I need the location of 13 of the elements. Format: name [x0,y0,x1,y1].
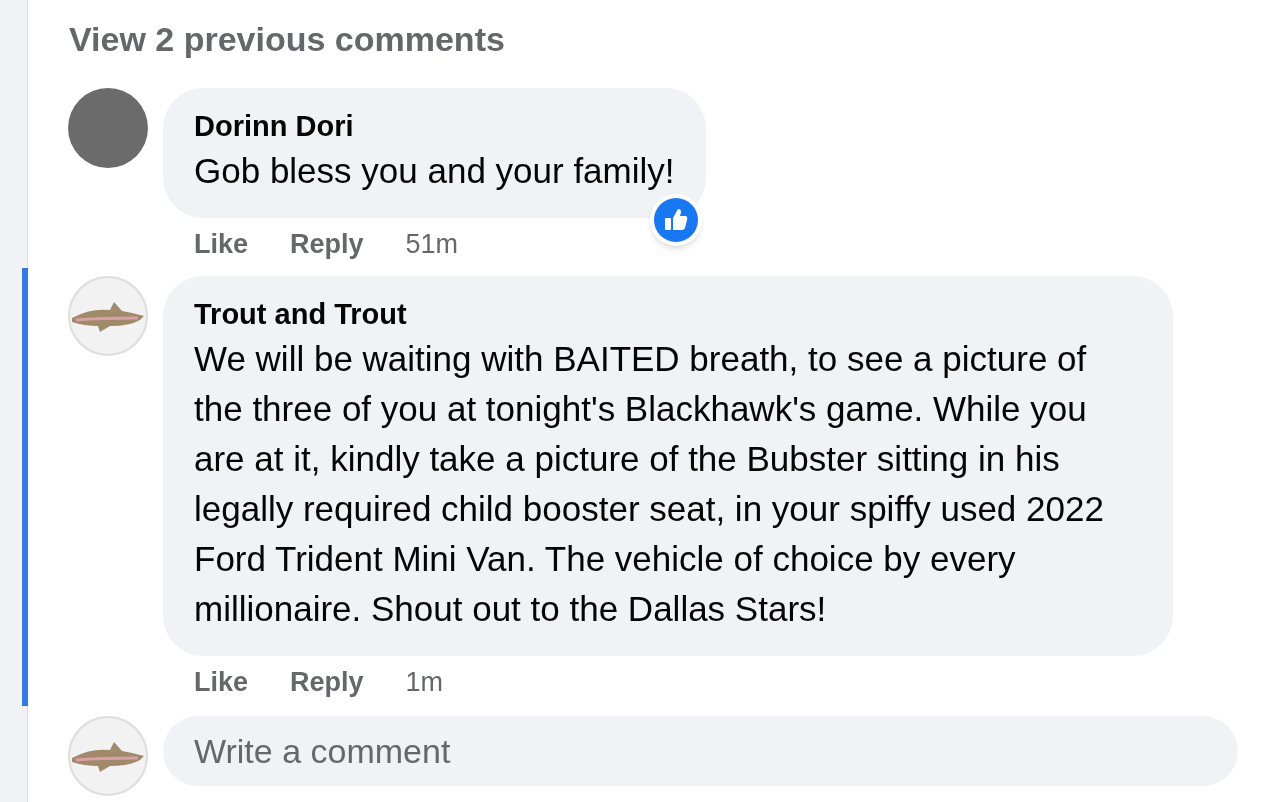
comment-time[interactable]: 51m [405,223,459,265]
comment-author[interactable]: Trout and Trout [194,294,407,334]
comment-text: Gob bless you and your family! [194,150,675,192]
comment-author[interactable]: Dorinn Dori [194,106,354,146]
view-previous-comments-link[interactable]: View 2 previous comments [69,16,505,62]
comment-time[interactable]: 1m [405,661,444,703]
like-reaction-icon[interactable] [649,194,702,246]
comment-action-link[interactable]: Like [194,661,249,703]
comment-action-link[interactable]: Like [194,223,249,265]
comment-text: We will be waiting with BAITED breath, to see a picture of the three of you at tonight's Blackhawk's game. While you are at it, kindly take a picture of the Bubster sitting in his legally required child booster seat, in your spiffy used 2022 Ford Trident Mini Van. The vehicle of choice by every millionaire. Shout out to the Dallas Stars! [194,338,1105,630]
comment-action-link[interactable]: Reply [290,223,364,265]
comment-action-link[interactable]: Reply [290,661,364,703]
comment-input-field[interactable]: Write a comment [163,716,1238,786]
